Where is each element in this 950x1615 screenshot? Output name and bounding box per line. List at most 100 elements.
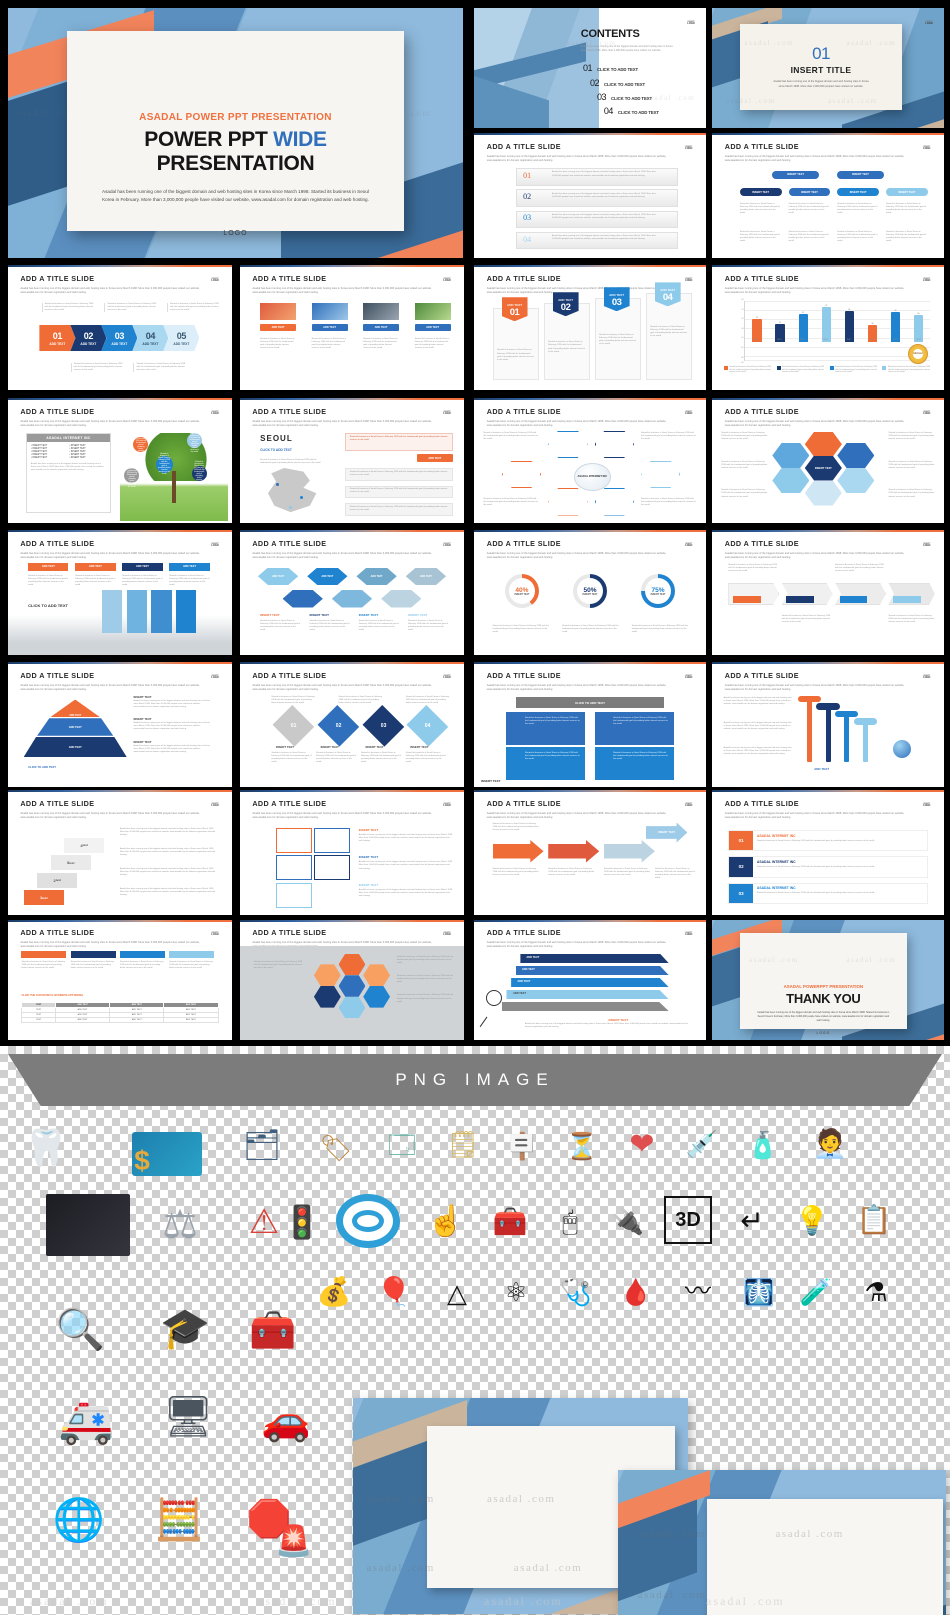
tab-pill[interactable] bbox=[169, 951, 215, 959]
pipe-head[interactable] bbox=[834, 710, 859, 717]
slide-donut-charts[interactable]: ADD A TITLE SLIDE Asadal has been runnin… bbox=[474, 530, 706, 655]
pyramid-tier-top[interactable]: ADD TEXT bbox=[50, 699, 100, 717]
chevron-step[interactable]: 02 ADD TEXT bbox=[70, 325, 107, 351]
tab-strip[interactable] bbox=[839, 596, 868, 603]
slide-hex-ring[interactable]: ADD A TITLE SLIDE Asadal has been runnin… bbox=[474, 398, 706, 523]
org-node[interactable]: ADD TEXT bbox=[356, 567, 397, 585]
pill-insert-text[interactable]: INSERT TEXT bbox=[739, 188, 782, 197]
stair-step[interactable]: 3 text bbox=[50, 855, 91, 870]
list-item[interactable]: 01 Asadal has been running one of the bi… bbox=[515, 168, 679, 186]
tab-strip[interactable] bbox=[892, 596, 921, 603]
slide-bar-chart[interactable]: ADD A TITLE SLIDE Asadal has been runnin… bbox=[712, 265, 944, 390]
tab-strip[interactable] bbox=[786, 596, 815, 603]
hex-tile[interactable] bbox=[772, 468, 810, 493]
pill-insert-text[interactable]: INSERT TEXT bbox=[837, 170, 884, 180]
big-arrow[interactable]: INSERT TEXT bbox=[645, 822, 688, 843]
diamond-node[interactable]: 04 bbox=[407, 704, 449, 747]
slide-3d-panels[interactable]: ADD A TITLE SLIDE Asadal has been runnin… bbox=[474, 662, 706, 787]
slide-contents[interactable]: INSERT LOGO CONTENTS Asadal has been run… bbox=[474, 8, 706, 128]
list-item[interactable]: 02 Asadal has been running one of the bi… bbox=[515, 189, 679, 207]
org-node[interactable] bbox=[381, 590, 422, 608]
tab-pill[interactable] bbox=[120, 951, 165, 959]
frame-box[interactable] bbox=[275, 882, 312, 908]
slide-hex-cluster[interactable]: ADD A TITLE SLIDE Asadal has been runnin… bbox=[712, 398, 944, 523]
map-pin[interactable] bbox=[289, 505, 293, 509]
frame-box[interactable] bbox=[313, 827, 350, 853]
panel-header[interactable]: CLICK TO ADD TEXT bbox=[515, 697, 665, 709]
banner-flag[interactable] bbox=[176, 590, 197, 633]
org-node[interactable]: ADD TEXT bbox=[257, 567, 299, 585]
list-item[interactable]: 04 Asadal has been running one of the bi… bbox=[515, 231, 679, 250]
pyramid-tier-base[interactable]: ADD TEXT bbox=[23, 737, 127, 757]
hex-node[interactable] bbox=[594, 488, 635, 516]
org-node[interactable]: ADD TEXT bbox=[405, 567, 447, 585]
slide-pyramid[interactable]: ADD A TITLE SLIDE Asadal has been runnin… bbox=[8, 662, 232, 787]
pyramid-tier-mid[interactable]: ADD TEXT bbox=[37, 718, 114, 736]
banner-flag[interactable] bbox=[151, 590, 172, 633]
contents-item-2[interactable]: 02 CLICK TO ADD TEXT bbox=[590, 78, 645, 88]
donut-chart[interactable]: 50% INSERT TEXT bbox=[573, 574, 607, 609]
pill-insert-text[interactable]: INSERT TEXT bbox=[788, 188, 831, 197]
pipe-head[interactable] bbox=[797, 695, 822, 702]
data-table[interactable]: TEXT ADD TEXT ADD TEXT ADD TEXT TEXT ADD TEXT… bbox=[21, 1001, 219, 1023]
slide-section-divider[interactable]: INSERT LOGO 01 INSERT TITLE Asadal has b… bbox=[712, 8, 944, 128]
hex-tile[interactable] bbox=[772, 443, 810, 468]
slide-photo-cards[interactable]: ADD A TITLE SLIDE Asadal has been runnin… bbox=[240, 265, 464, 390]
tab-strip[interactable] bbox=[732, 596, 761, 603]
add-text-button[interactable]: ADD TEXT bbox=[416, 454, 453, 462]
hex-node[interactable] bbox=[594, 430, 635, 458]
map-pin[interactable] bbox=[275, 483, 279, 486]
slide-korea-map[interactable]: ADD A TITLE SLIDE Asadal has been runnin… bbox=[240, 398, 464, 523]
chart-legend-item[interactable]: Started its business in Seoul Korea in F… bbox=[882, 366, 932, 386]
org-node[interactable] bbox=[331, 590, 373, 608]
slide-stairs[interactable]: ADD A TITLE SLIDE Asadal has been runnin… bbox=[8, 790, 232, 915]
pill-insert-text[interactable]: INSERT TEXT bbox=[837, 188, 880, 197]
tree-bubble[interactable]: Started its business in Seoul Korea in F… bbox=[124, 464, 140, 488]
contents-item-1[interactable]: 01 CLICK TO ADD TEXT bbox=[583, 63, 638, 73]
hex-tile[interactable] bbox=[837, 468, 875, 493]
tree-bubble[interactable]: Started its business in Seoul Korea in F… bbox=[191, 461, 207, 485]
org-node[interactable] bbox=[282, 590, 323, 608]
hex-tile[interactable] bbox=[804, 431, 842, 457]
hex-tile[interactable] bbox=[837, 443, 875, 468]
hex-tile[interactable] bbox=[804, 480, 842, 506]
hex-tile[interactable]: INSERT TEXT bbox=[804, 455, 842, 481]
contents-item-3[interactable]: 03 CLICK TO ADD TEXT bbox=[597, 92, 652, 102]
ribbon-card[interactable]: ADD TEXT 04 Started its business in Seou… bbox=[645, 282, 693, 380]
stack-bar[interactable] bbox=[501, 1001, 669, 1012]
stair-step[interactable]: 2 text bbox=[37, 872, 78, 888]
banner-tab[interactable]: ADD TEXT bbox=[75, 562, 116, 572]
big-arrow[interactable] bbox=[492, 840, 544, 863]
chevron-step[interactable]: 03 ADD TEXT bbox=[101, 325, 138, 351]
big-arrow[interactable] bbox=[603, 840, 655, 863]
list-item[interactable]: 03 Asadal has been running one of the bi… bbox=[515, 210, 679, 228]
slide-numbered-list[interactable]: ADD A TITLE SLIDE Asadal has been runnin… bbox=[474, 133, 706, 258]
chart-legend-item[interactable]: Started its business in Seoul Korea in F… bbox=[829, 366, 880, 386]
banner-flag[interactable] bbox=[102, 590, 123, 633]
slide-pipeline[interactable]: ADD A TITLE SLIDE Asadal has been runnin… bbox=[712, 662, 944, 787]
big-arrow[interactable] bbox=[548, 840, 600, 863]
donut-chart[interactable]: 75% INSERT TEXT bbox=[641, 574, 676, 609]
slide-city-banners[interactable]: ADD A TITLE SLIDE Asadal has been runnin… bbox=[8, 530, 232, 655]
diamond-node[interactable]: 03 bbox=[362, 704, 405, 747]
chart-legend-item[interactable]: Started its business in Seoul Korea in F… bbox=[776, 366, 827, 386]
ribbon-card[interactable]: ADD TEXT 03 Started its business in Seou… bbox=[594, 287, 642, 380]
stack-bar[interactable]: ADD TEXT bbox=[511, 977, 669, 988]
chart-bar[interactable] bbox=[890, 312, 901, 343]
hex-node[interactable] bbox=[548, 488, 588, 516]
pipe-head[interactable] bbox=[816, 703, 840, 710]
pill-insert-text[interactable]: INSERT TEXT bbox=[772, 170, 819, 180]
slide-chevron-steps[interactable]: ADD A TITLE SLIDE Asadal has been runnin… bbox=[8, 265, 232, 390]
banner-flag[interactable] bbox=[126, 590, 147, 633]
slide-big-arrows[interactable]: ADD A TITLE SLIDE Asadal has been runnin… bbox=[474, 790, 706, 915]
numbered-row[interactable]: 03 ASADAL INTERNET INC Started its busin… bbox=[728, 882, 928, 904]
add-text-button[interactable]: ADD TEXT bbox=[311, 323, 348, 332]
add-text-button[interactable]: ADD TEXT bbox=[260, 323, 296, 332]
pipe-head[interactable] bbox=[853, 718, 877, 725]
slide-data-table[interactable]: ADD A TITLE SLIDE Asadal has been runnin… bbox=[8, 920, 232, 1040]
banner-tab[interactable]: ADD TEXT bbox=[28, 562, 69, 572]
slide-cover[interactable]: asadal .com asadal .com asadal .com asad… bbox=[8, 8, 463, 258]
table-row[interactable]: TEXT ADD TEXT ADD TEXT ADD TEXT bbox=[21, 1016, 219, 1023]
tab-pill[interactable] bbox=[21, 951, 67, 959]
banner-tab[interactable]: ADD TEXT bbox=[169, 562, 210, 572]
